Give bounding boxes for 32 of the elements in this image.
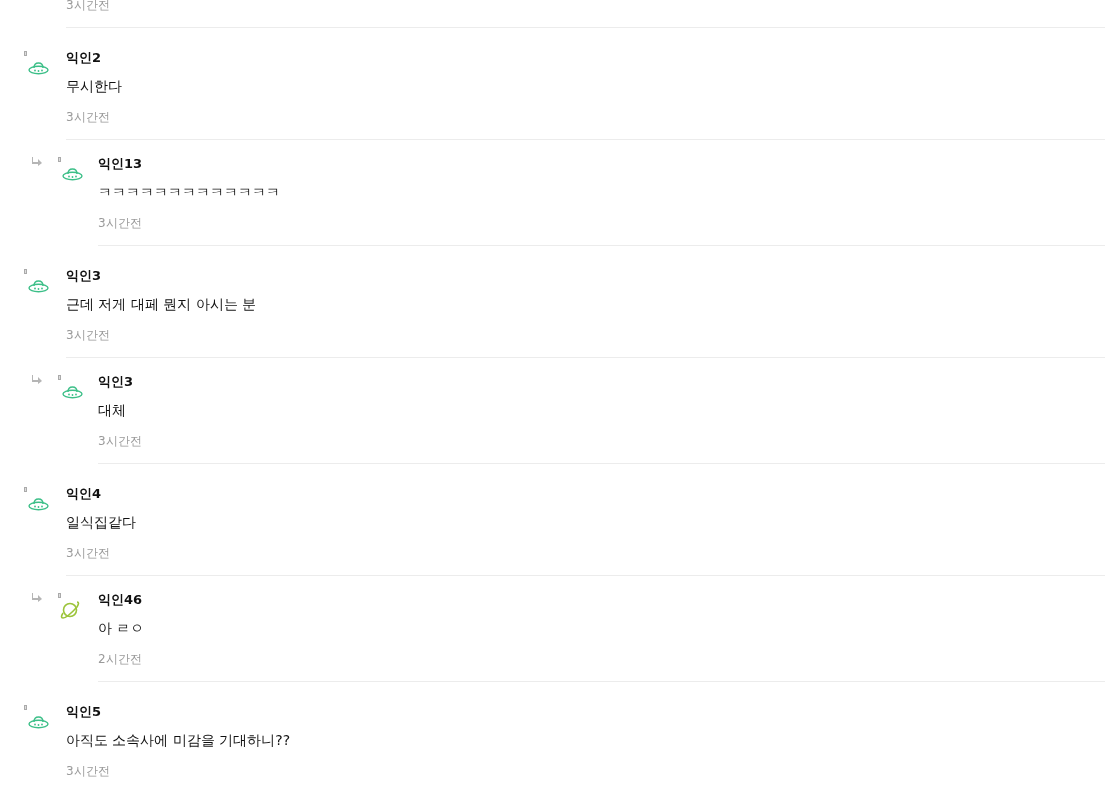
reply-arrow-icon	[32, 593, 42, 602]
small-square-icon	[58, 157, 61, 162]
commenter-name: 익인13	[98, 155, 144, 173]
comment-text: 무시한다	[66, 77, 123, 96]
comment-time: 3시간전	[98, 215, 143, 232]
small-square-icon	[58, 593, 61, 598]
commenter-name: 익인2	[66, 49, 103, 67]
commenter-name: 익인3	[66, 267, 103, 285]
comment-text: 아직도 소속사에 미감을 기대하니??	[66, 731, 292, 750]
comment-time: 2시간전	[98, 651, 143, 668]
comment-text: 근데 저게 대페 뭔지 아시는 분	[66, 295, 258, 314]
commenter-name: 익인4	[66, 485, 103, 503]
reply-arrow-icon	[32, 157, 42, 166]
comment-text: 일식집같다	[66, 513, 137, 532]
comment-text: 대체	[98, 401, 127, 420]
comment-time: 3시간전	[66, 327, 111, 344]
reply-arrow-icon	[32, 375, 42, 384]
comment-time: 3시간전	[98, 433, 143, 450]
small-square-icon	[24, 51, 27, 56]
comment-time: 3시간전	[66, 545, 111, 562]
commenter-name: 익인5	[66, 703, 103, 721]
small-square-icon	[24, 705, 27, 710]
comment-time: 3시간전	[66, 763, 111, 780]
comment-time: 3시간전	[66, 109, 111, 126]
commenter-name: 익인3	[98, 373, 135, 391]
small-square-icon	[24, 487, 27, 492]
comment-time: 3시간전	[66, 0, 111, 14]
small-square-icon	[58, 375, 61, 380]
comment-text: ㅋㅋㅋㅋㅋㅋㅋㅋㅋㅋㅋㅋㅋ	[98, 183, 281, 202]
comment-text: 아 ㄹㅇ	[98, 619, 146, 638]
small-square-icon	[24, 269, 27, 274]
commenter-name: 익인46	[98, 591, 144, 609]
